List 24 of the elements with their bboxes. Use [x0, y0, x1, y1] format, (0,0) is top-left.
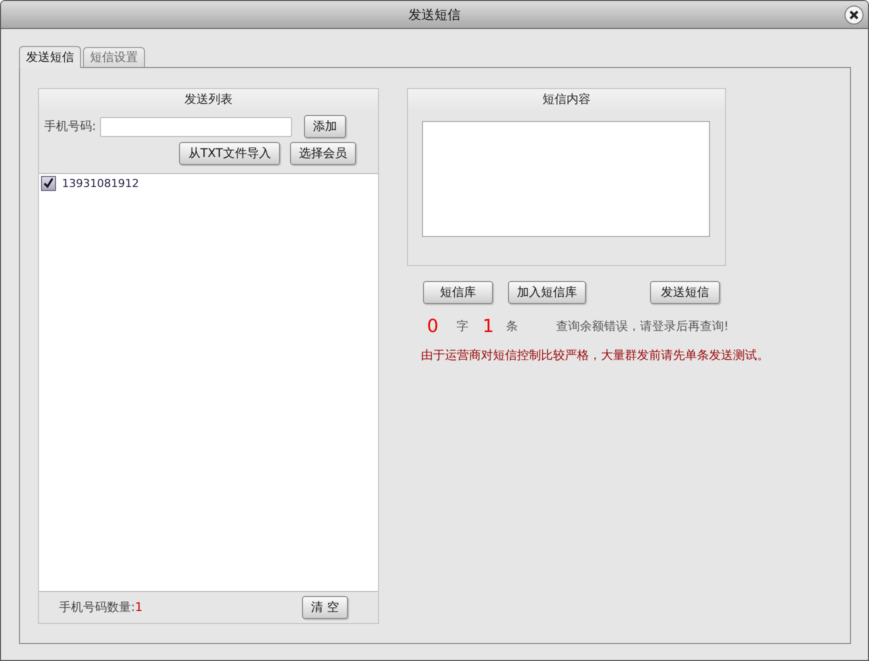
import-button[interactable]: 从TXT文件导入 [179, 142, 280, 165]
phone-number: 13931081912 [62, 177, 139, 190]
phone-input-field[interactable] [100, 116, 292, 136]
send-button[interactable]: 发送短信 [650, 281, 720, 304]
count-value: 1 [135, 600, 143, 614]
clear-button[interactable]: 清 空 [302, 596, 348, 619]
message-count: 1 [482, 316, 494, 337]
add-button[interactable]: 添加 [304, 115, 346, 138]
add-to-library-button[interactable]: 加入短信库 [508, 281, 586, 304]
message-unit: 条 [506, 318, 518, 335]
tab[interactable]: 短信设置 [83, 47, 145, 67]
close-icon[interactable] [844, 5, 864, 25]
checkbox[interactable] [41, 176, 56, 191]
char-unit: 字 [456, 318, 468, 335]
balance-message: 查询余额错误，请登录后再查询! [556, 318, 729, 335]
message-text-field[interactable] [422, 121, 710, 237]
window-title: 发送短信 [408, 6, 460, 24]
select-member-button[interactable]: 选择会员 [290, 142, 356, 165]
library-button[interactable]: 短信库 [423, 281, 493, 304]
count-label: 手机号码数量: [59, 600, 136, 614]
char-count: 0 [427, 316, 438, 337]
warning-message: 由于运营商对短信控制比较严格，大量群发前请先单条发送测试。 [420, 347, 769, 364]
tab[interactable]: 发送短信 [19, 46, 81, 68]
phone-label: 手机号码: [44, 118, 96, 135]
